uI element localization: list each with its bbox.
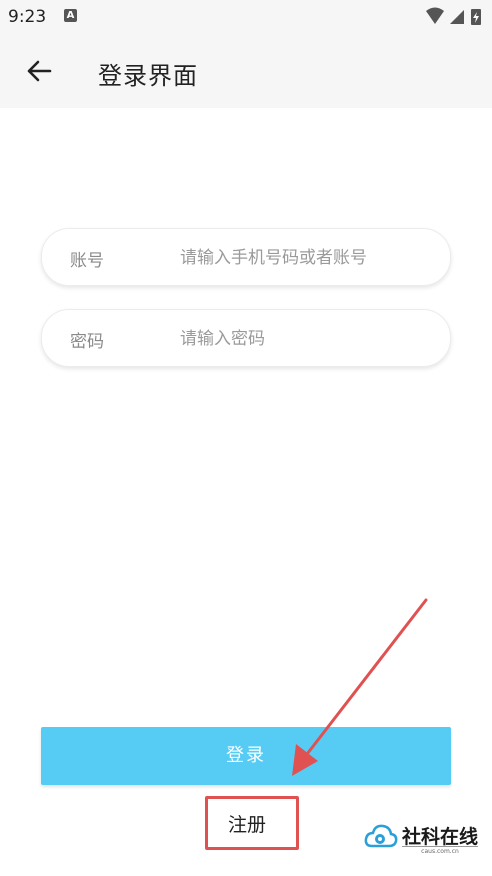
- app-bar: 登录界面: [0, 34, 492, 108]
- account-label: 账号: [70, 251, 104, 271]
- account-field[interactable]: 账号: [41, 228, 451, 286]
- font-a-icon: A: [64, 9, 77, 22]
- back-arrow-icon[interactable]: [22, 54, 56, 88]
- watermark-url: caus.com.cn: [402, 846, 478, 855]
- password-field[interactable]: 密码: [41, 309, 451, 367]
- signal-icon: [450, 10, 464, 24]
- watermark-logo: 社科在线 caus.com.cn: [364, 820, 484, 860]
- wifi-icon: [426, 7, 444, 24]
- cloud-eye-icon: [364, 824, 398, 848]
- watermark-name: 社科在线: [402, 826, 479, 848]
- password-input[interactable]: [178, 318, 432, 360]
- status-icons: [426, 7, 481, 25]
- password-label: 密码: [70, 332, 104, 352]
- battery-charging-icon: [471, 9, 481, 25]
- account-input[interactable]: [178, 237, 432, 279]
- status-time: 9:23: [8, 7, 47, 27]
- status-bar: 9:23 A: [0, 0, 492, 34]
- register-highlight-box: [205, 796, 299, 850]
- page-title: 登录界面: [98, 62, 198, 90]
- login-button[interactable]: 登录: [41, 727, 451, 785]
